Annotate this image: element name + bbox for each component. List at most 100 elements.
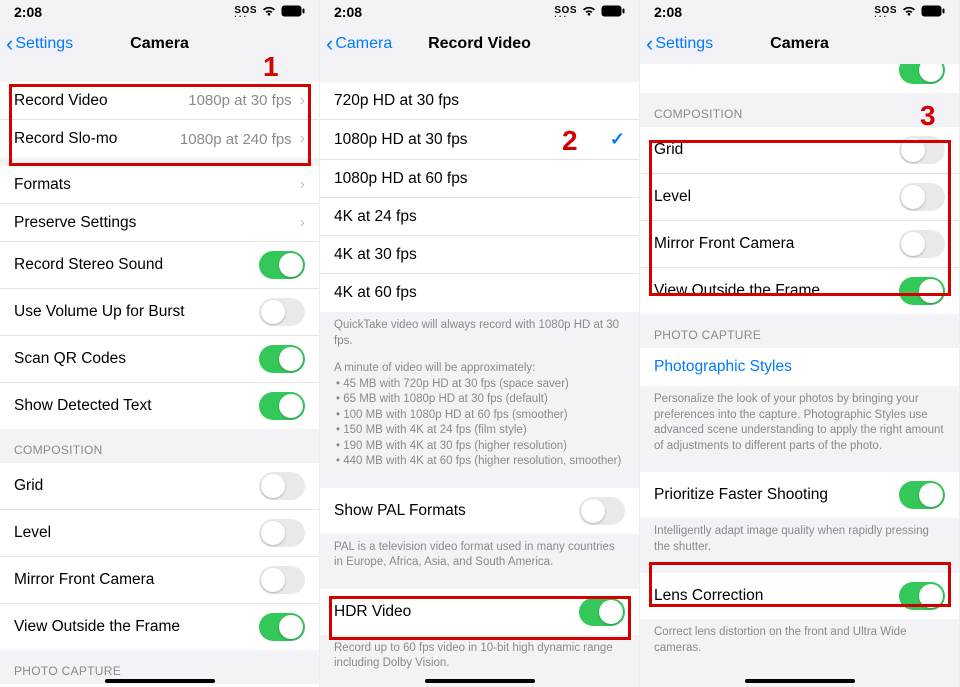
row-grid[interactable]: Grid bbox=[0, 463, 319, 510]
row-hdr-video[interactable]: HDR Video bbox=[320, 589, 639, 635]
content-area: x COMPOSITION Grid Level Mirror Front Ca… bbox=[640, 64, 959, 687]
section-header-composition: COMPOSITION bbox=[0, 429, 319, 463]
row-photographic-styles[interactable]: Photographic Styles bbox=[640, 348, 959, 386]
row-label: Photographic Styles bbox=[654, 358, 945, 376]
status-bar: 2:08 SOS bbox=[640, 0, 959, 24]
toggle-level[interactable] bbox=[899, 183, 945, 211]
toggle-detected-text[interactable] bbox=[259, 392, 305, 420]
filesize-line: • 100 MB with 1080p HD at 60 fps (smooth… bbox=[334, 408, 625, 424]
row-label: Grid bbox=[14, 477, 259, 495]
status-time: 2:08 bbox=[334, 4, 362, 20]
row-value: 1080p at 30 fps bbox=[188, 92, 291, 109]
row-label: HDR Video bbox=[334, 603, 579, 621]
annotation-number-1: 1 bbox=[263, 51, 279, 83]
toggle-pal[interactable] bbox=[579, 497, 625, 525]
toggle-detected-text[interactable] bbox=[899, 64, 945, 84]
footer-hdr: Record up to 60 fps video in 10-bit high… bbox=[320, 635, 639, 682]
back-button[interactable]: ‹ Settings bbox=[646, 33, 713, 55]
option-1080p-30[interactable]: 1080p HD at 30 fps ✓ bbox=[320, 120, 639, 160]
row-volume-burst[interactable]: Use Volume Up for Burst bbox=[0, 289, 319, 336]
page-title: Camera bbox=[130, 35, 189, 53]
footer-faster: Intelligently adapt image quality when r… bbox=[640, 518, 959, 565]
row-record-slomo[interactable]: Record Slo-mo 1080p at 240 fps › bbox=[0, 120, 319, 158]
toggle-stereo[interactable] bbox=[259, 251, 305, 279]
back-label: Settings bbox=[655, 35, 713, 53]
home-indicator bbox=[425, 679, 535, 683]
status-bar: 2:08 SOS bbox=[320, 0, 639, 24]
status-right: SOS bbox=[874, 5, 945, 20]
toggle-faster[interactable] bbox=[899, 481, 945, 509]
toggle-outside-frame[interactable] bbox=[259, 613, 305, 641]
nav-bar: ‹ Settings Camera bbox=[640, 24, 959, 64]
toggle-hdr[interactable] bbox=[579, 598, 625, 626]
row-label: Preserve Settings bbox=[14, 214, 292, 232]
back-label: Camera bbox=[335, 35, 392, 53]
option-1080p-60[interactable]: 1080p HD at 60 fps bbox=[320, 160, 639, 198]
row-level[interactable]: Level bbox=[640, 174, 959, 221]
row-preserve-settings[interactable]: Preserve Settings › bbox=[0, 204, 319, 242]
sos-icon: SOS bbox=[234, 5, 257, 16]
row-record-video[interactable]: Record Video 1080p at 30 fps › bbox=[0, 82, 319, 120]
row-label: Scan QR Codes bbox=[14, 350, 259, 368]
chevron-right-icon: › bbox=[300, 130, 305, 148]
group-composition: Grid Level Mirror Front Camera View Outs… bbox=[640, 127, 959, 314]
row-grid[interactable]: Grid bbox=[640, 127, 959, 174]
page-title: Camera bbox=[770, 35, 829, 53]
home-indicator bbox=[105, 679, 215, 683]
section-header-photo-capture: PHOTO CAPTURE bbox=[640, 314, 959, 348]
row-label: Mirror Front Camera bbox=[654, 235, 899, 253]
phone-2: 2:08 SOS ‹ Camera Record Video 720p HD a… bbox=[320, 0, 640, 687]
toggle-volume-burst[interactable] bbox=[259, 298, 305, 326]
option-720p-30[interactable]: 720p HD at 30 fps bbox=[320, 82, 639, 120]
row-value: 1080p at 240 fps bbox=[180, 131, 292, 148]
group-truncated: x bbox=[640, 64, 959, 93]
row-view-outside-frame[interactable]: View Outside the Frame bbox=[640, 268, 959, 314]
row-label: View Outside the Frame bbox=[654, 282, 899, 300]
row-label: Show Detected Text bbox=[14, 397, 259, 415]
toggle-outside-frame[interactable] bbox=[899, 277, 945, 305]
footer-styles: Personalize the look of your photos by b… bbox=[640, 386, 959, 464]
row-stereo-sound[interactable]: Record Stereo Sound bbox=[0, 242, 319, 289]
toggle-lens[interactable] bbox=[899, 582, 945, 610]
row-label: Show PAL Formats bbox=[334, 502, 579, 520]
footer-lens: Correct lens distortion on the front and… bbox=[640, 619, 959, 666]
battery-icon bbox=[281, 5, 305, 20]
back-button[interactable]: ‹ Settings bbox=[6, 33, 73, 55]
group-pal: Show PAL Formats bbox=[320, 488, 639, 534]
row-label: 4K at 60 fps bbox=[334, 284, 625, 302]
toggle-mirror[interactable] bbox=[899, 230, 945, 258]
option-4k-24[interactable]: 4K at 24 fps bbox=[320, 198, 639, 236]
toggle-grid[interactable] bbox=[899, 136, 945, 164]
row-label: Record Slo-mo bbox=[14, 130, 180, 148]
row-detected-text[interactable]: x bbox=[640, 64, 959, 93]
back-button[interactable]: ‹ Camera bbox=[326, 33, 392, 55]
row-formats[interactable]: Formats › bbox=[0, 166, 319, 204]
row-label: 4K at 30 fps bbox=[334, 246, 625, 264]
row-lens-correction[interactable]: Lens Correction bbox=[640, 573, 959, 619]
row-label: 1080p HD at 60 fps bbox=[334, 170, 625, 188]
toggle-mirror[interactable] bbox=[259, 566, 305, 594]
content-area: Record Video 1080p at 30 fps › Record Sl… bbox=[0, 64, 319, 687]
row-label: Level bbox=[654, 188, 899, 206]
row-view-outside-frame[interactable]: View Outside the Frame bbox=[0, 604, 319, 650]
row-label: Grid bbox=[654, 141, 899, 159]
filesize-line: • 190 MB with 4K at 30 fps (higher resol… bbox=[334, 439, 625, 455]
row-detected-text[interactable]: Show Detected Text bbox=[0, 383, 319, 429]
row-mirror-front[interactable]: Mirror Front Camera bbox=[640, 221, 959, 268]
toggle-level[interactable] bbox=[259, 519, 305, 547]
row-level[interactable]: Level bbox=[0, 510, 319, 557]
row-mirror-front[interactable]: Mirror Front Camera bbox=[0, 557, 319, 604]
option-4k-60[interactable]: 4K at 60 fps bbox=[320, 274, 639, 312]
toggle-grid[interactable] bbox=[259, 472, 305, 500]
toggle-scan-qr[interactable] bbox=[259, 345, 305, 373]
chevron-right-icon: › bbox=[300, 214, 305, 232]
row-scan-qr[interactable]: Scan QR Codes bbox=[0, 336, 319, 383]
section-header-composition: COMPOSITION bbox=[640, 93, 959, 127]
row-prioritize-faster[interactable]: Prioritize Faster Shooting bbox=[640, 472, 959, 518]
option-4k-30[interactable]: 4K at 30 fps bbox=[320, 236, 639, 274]
row-label: Formats bbox=[14, 176, 292, 194]
row-show-pal[interactable]: Show PAL Formats bbox=[320, 488, 639, 534]
content-area: 720p HD at 30 fps 1080p HD at 30 fps ✓ 1… bbox=[320, 64, 639, 687]
wifi-icon bbox=[901, 5, 917, 20]
group-hdr: HDR Video bbox=[320, 589, 639, 635]
